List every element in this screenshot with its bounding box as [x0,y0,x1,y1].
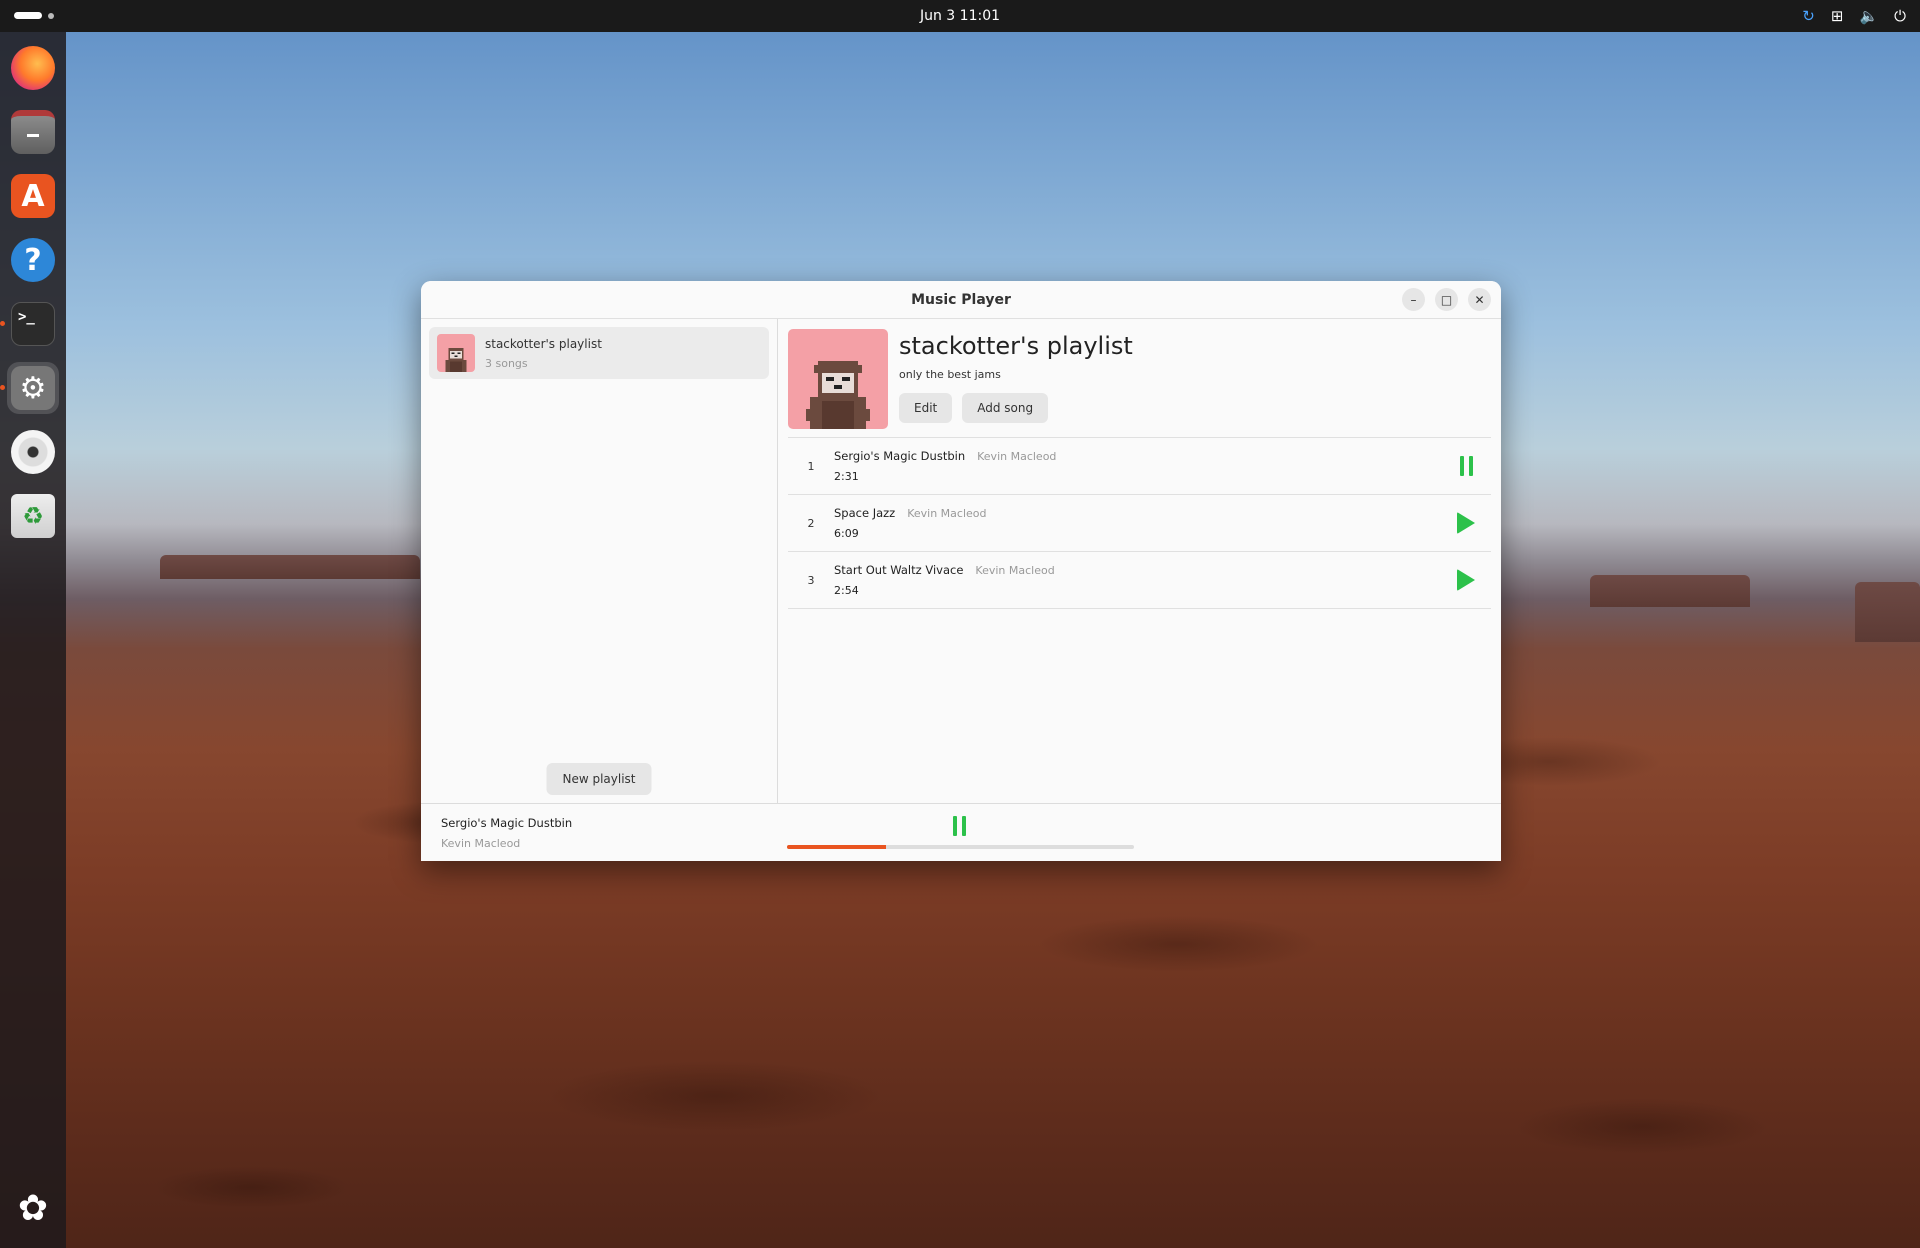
sync-icon[interactable]: ↻ [1802,7,1815,25]
playlist-header: stackotter's playlist only the best jams… [788,329,1491,438]
playlist-sidebar: stackotter's playlist 3 songs New playli… [421,319,778,803]
dock-help[interactable]: ? [7,234,59,286]
playback-progress-bar[interactable] [787,845,1134,849]
pause-icon [1459,456,1473,476]
ubuntu-apps-icon[interactable]: ✿ [11,1186,55,1230]
song-duration: 6:09 [834,527,859,540]
song-number: 2 [807,516,815,530]
song-artist: Kevin Macleod [975,564,1055,577]
maximize-icon: □ [1440,292,1453,307]
song-number: 1 [807,459,815,473]
progress-fill [787,845,886,849]
now-playing-title: Sergio's Magic Dustbin [441,816,573,830]
dock-firefox[interactable] [7,42,59,94]
close-button[interactable]: ✕ [1468,288,1491,311]
song-row[interactable]: 2 Space Jazz Kevin Macleod 6:09 [788,495,1491,552]
dock-settings[interactable]: ⚙ [0,362,59,414]
song-artist: Kevin Macleod [907,507,987,520]
play-icon [1457,512,1475,534]
playlist-detail: stackotter's playlist only the best jams… [778,319,1501,803]
now-playing-bar: Sergio's Magic Dustbin Kevin Macleod [421,803,1501,861]
settings-icon: ⚙ [11,366,55,410]
files-icon [11,110,55,154]
dock-app-center[interactable]: A [7,170,59,222]
song-play-button[interactable] [1441,569,1491,591]
music-player-window: Music Player – □ ✕ stackotter's playlist… [421,281,1501,861]
minimize-icon: – [1410,292,1417,307]
window-title: Music Player [911,291,1011,308]
mesa-right-1 [1590,575,1750,607]
otter-icon [445,348,467,372]
song-title: Sergio's Magic Dustbin [834,449,966,463]
song-number: 3 [807,573,815,587]
minimize-button[interactable]: – [1402,288,1425,311]
window-controls: – □ ✕ [1402,288,1491,311]
song-duration: 2:54 [834,584,859,597]
playlist-cover [788,329,888,429]
help-icon: ? [11,238,55,282]
dock-files[interactable] [7,106,59,158]
otter-cover-icon [806,361,870,429]
dock-terminal[interactable]: >_ [0,298,59,350]
play-icon [1457,569,1475,591]
song-duration: 2:31 [834,470,859,483]
song-play-button[interactable] [1441,512,1491,534]
mesa-left [160,555,420,579]
playlist-item-name: stackotter's playlist [485,336,602,351]
song-artist: Kevin Macleod [977,450,1057,463]
trash-icon: ♻ [11,494,55,538]
terminal-icon: >_ [11,302,55,346]
song-row[interactable]: 3 Start Out Waltz Vivace Kevin Macleod 2… [788,552,1491,609]
volume-icon[interactable]: 🔈 [1859,7,1878,25]
edit-button[interactable]: Edit [899,393,953,423]
power-icon[interactable]: ⏻ [1894,7,1906,25]
song-title: Start Out Waltz Vivace [834,563,964,577]
system-tray[interactable]: ↻ ⊞ 🔈 ⏻ [1802,0,1906,32]
network-icon[interactable]: ⊞ [1831,7,1844,25]
firefox-icon [11,46,55,90]
dock-disc[interactable] [7,426,59,478]
playlist-item-count: 3 songs [485,356,528,370]
playlist-description: only the best jams [899,368,1001,381]
song-pause-button[interactable] [1441,456,1491,476]
clock[interactable]: Jun 3 11:01 [920,8,1000,24]
playlist-title: stackotter's playlist [899,332,1133,360]
maximize-button[interactable]: □ [1435,288,1458,311]
top-bar: Jun 3 11:01 ↻ ⊞ 🔈 ⏻ [0,0,1920,32]
activities-button[interactable] [14,12,54,19]
playlist-thumbnail [437,334,475,372]
content-area: stackotter's playlist 3 songs New playli… [421,319,1501,803]
dock: A ? >_ ⚙ ♻ ✿ [0,32,66,1248]
song-title: Space Jazz [834,506,896,520]
app-center-icon: A [11,174,55,218]
add-song-button[interactable]: Add song [962,393,1049,423]
now-playing-artist: Kevin Macleod [441,837,521,850]
title-bar[interactable]: Music Player – □ ✕ [421,281,1501,319]
mesa-right-2 [1855,582,1920,642]
disc-icon [11,430,55,474]
close-icon: ✕ [1474,292,1485,307]
dock-trash[interactable]: ♻ [7,490,59,542]
song-row[interactable]: 1 Sergio's Magic Dustbin Kevin Macleod 2… [788,438,1491,495]
now-playing-pause-button[interactable] [953,816,966,836]
new-playlist-button[interactable]: New playlist [546,763,652,795]
playlist-item[interactable]: stackotter's playlist 3 songs [429,327,769,379]
